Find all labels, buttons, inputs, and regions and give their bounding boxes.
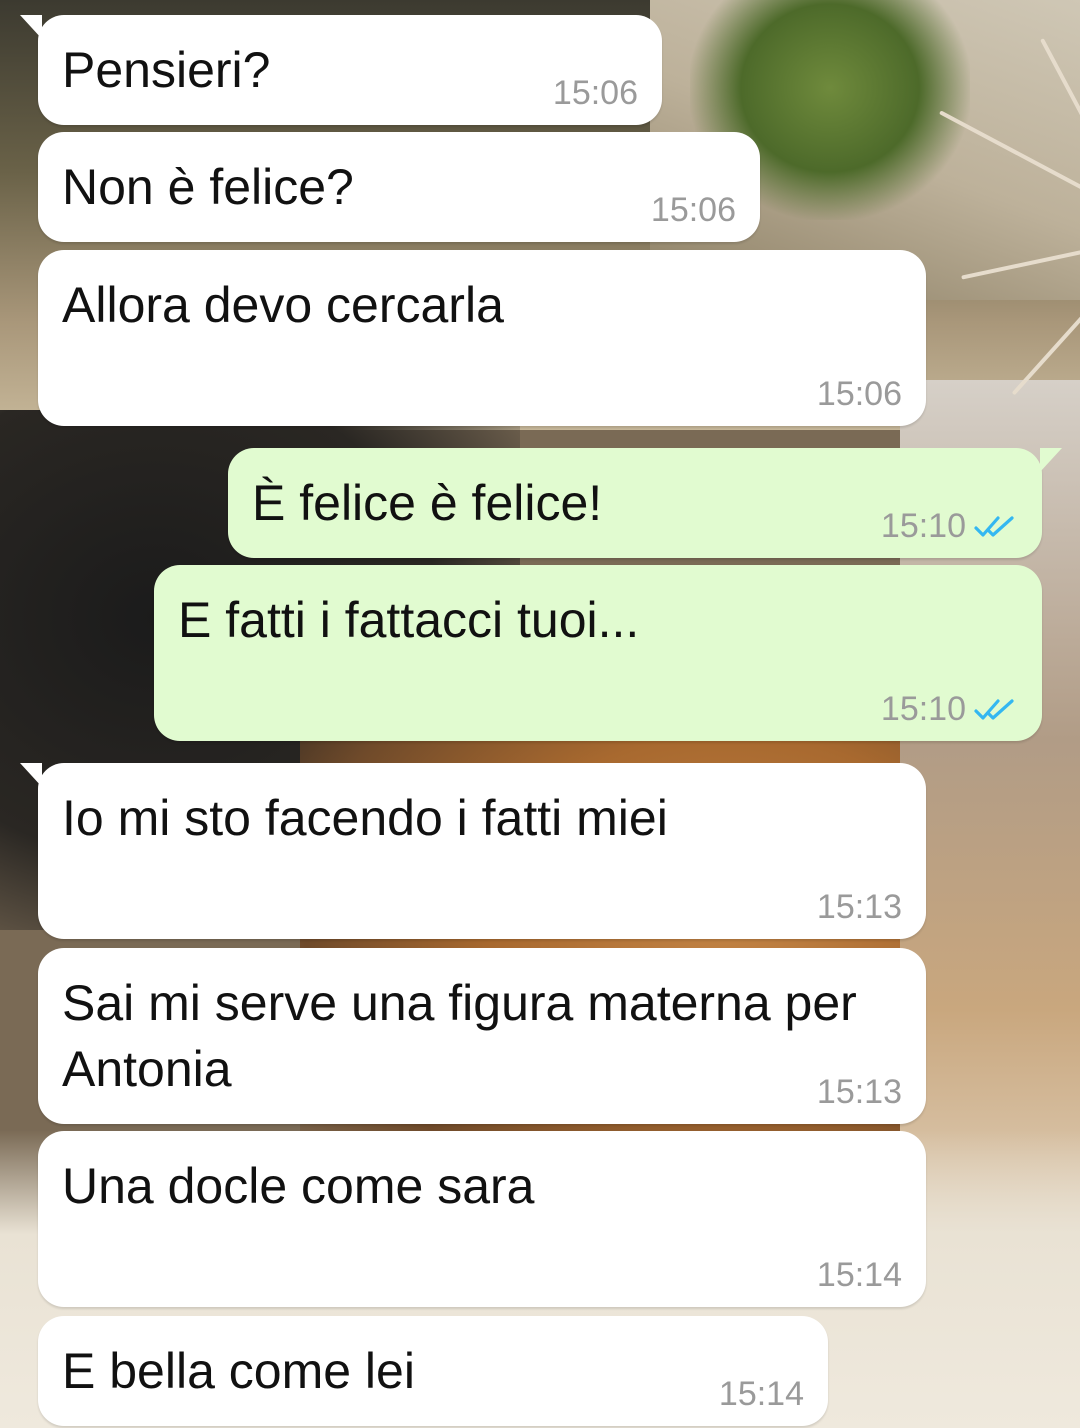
message-meta: 15:06 (817, 375, 902, 414)
message-text: Pensieri? (62, 42, 271, 98)
message-text: Io mi sto facendo i fatti miei (62, 790, 668, 846)
double-check-icon (974, 514, 1018, 540)
message-meta: 15:06 (651, 191, 736, 230)
incoming-message-bubble[interactable]: Allora devo cercarla 15:06 (38, 250, 926, 426)
message-meta: 15:13 (817, 1073, 902, 1112)
message-meta: 15:14 (719, 1375, 804, 1414)
message-meta: 15:10 (881, 690, 1018, 729)
incoming-message-bubble[interactable]: Non è felice? 15:06 (38, 132, 760, 242)
message-text: E fatti i fattacci tuoi... (178, 592, 640, 648)
message-text: E bella come lei (62, 1343, 415, 1399)
chat-view: Pensieri? 15:06 Non è felice? 15:06 Allora d… (0, 0, 1080, 1428)
incoming-message-bubble[interactable]: E bella come lei 15:14 (38, 1316, 828, 1426)
message-timestamp: 15:13 (816, 888, 902, 926)
incoming-message-bubble[interactable]: Pensieri? 15:06 (20, 15, 662, 125)
message-meta: 15:06 (553, 74, 638, 113)
incoming-message-bubble[interactable]: Una docle come sara 15:14 (38, 1131, 926, 1307)
message-meta: 15:10 (881, 507, 1018, 546)
double-check-icon (974, 697, 1018, 723)
outgoing-message-bubble[interactable]: E fatti i fattacci tuoi... 15:10 (154, 565, 1042, 741)
incoming-message-bubble[interactable]: Io mi sto facendo i fatti miei 15:13 (20, 763, 926, 939)
message-meta: 15:13 (817, 888, 902, 927)
outgoing-message-bubble[interactable]: È felice è felice! 15:10 (228, 448, 1062, 558)
message-timestamp: 15:13 (816, 1073, 902, 1111)
message-timestamp: 15:14 (718, 1375, 804, 1413)
message-text: Allora devo cercarla (62, 277, 504, 333)
message-timestamp: 15:10 (880, 507, 966, 545)
message-timestamp: 15:06 (552, 74, 638, 112)
message-timestamp: 15:10 (880, 690, 966, 728)
message-timestamp: 15:06 (816, 375, 902, 413)
message-timestamp: 15:06 (650, 191, 736, 229)
message-text: Una docle come sara (62, 1158, 535, 1214)
message-text: Sai mi serve una figura materna per Anto… (62, 975, 857, 1097)
message-timestamp: 15:14 (816, 1256, 902, 1294)
message-meta: 15:14 (817, 1256, 902, 1295)
incoming-message-bubble[interactable]: Sai mi serve una figura materna per Anto… (38, 948, 926, 1124)
message-text: Non è felice? (62, 159, 354, 215)
